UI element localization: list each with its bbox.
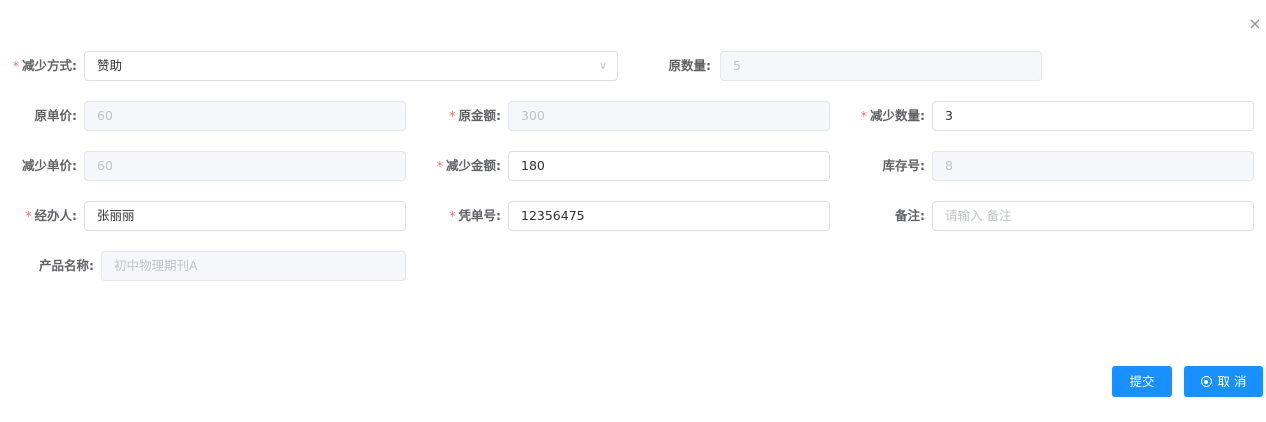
required-asterisk: * (12, 58, 19, 73)
reduce-method-select[interactable]: 赞助 ∨ (84, 51, 618, 81)
original-quantity-label: 原数量: (668, 58, 712, 73)
original-quantity-field[interactable]: 5 (720, 51, 1042, 81)
close-icon[interactable]: × (1245, 14, 1265, 34)
cancel-button[interactable]: 取 消 (1184, 366, 1263, 397)
reduce-unit-price-field[interactable]: 60 (84, 151, 406, 181)
voucher-number-label: * 凭单号: (449, 208, 501, 223)
reduce-quantity-label: * 减少数量: (860, 108, 925, 123)
stock-number-field[interactable]: 8 (932, 151, 1254, 181)
product-name-field[interactable]: 初中物理期刊A (101, 251, 406, 281)
reduce-method-value: 赞助 (97, 58, 123, 73)
voucher-number-input[interactable]: 12356475 (508, 201, 830, 231)
required-asterisk: * (449, 108, 456, 123)
chevron-down-icon: ∨ (598, 59, 607, 72)
remark-placeholder: 请输入 备注 (945, 208, 1012, 223)
submit-button[interactable]: 提交 (1112, 366, 1172, 397)
remark-input[interactable]: 请输入 备注 (932, 201, 1254, 231)
reduce-quantity-input[interactable]: 3 (932, 101, 1254, 131)
handler-input[interactable]: 张丽丽 (84, 201, 406, 231)
reduce-method-label: * 减少方式: (12, 58, 77, 73)
required-asterisk: * (436, 158, 443, 173)
required-asterisk: * (860, 108, 867, 123)
reduce-amount-input[interactable]: 180 (508, 151, 830, 181)
reduce-amount-label: * 减少金额: (436, 158, 501, 173)
stock-number-label: 库存号: (882, 158, 926, 173)
handler-label: * 经办人: (25, 208, 77, 223)
original-unit-price-field[interactable]: 60 (84, 101, 406, 131)
required-asterisk: * (449, 208, 456, 223)
required-asterisk: * (25, 208, 32, 223)
remark-label: 备注: (895, 208, 925, 223)
reduce-unit-price-label: 减少单价: (22, 158, 77, 173)
original-unit-price-label: 原单价: (34, 108, 78, 123)
original-amount-field[interactable]: 300 (508, 101, 830, 131)
product-name-label: 产品名称: (39, 258, 94, 273)
circle-dot-icon (1200, 376, 1212, 387)
original-amount-label: * 原金额: (449, 108, 501, 123)
